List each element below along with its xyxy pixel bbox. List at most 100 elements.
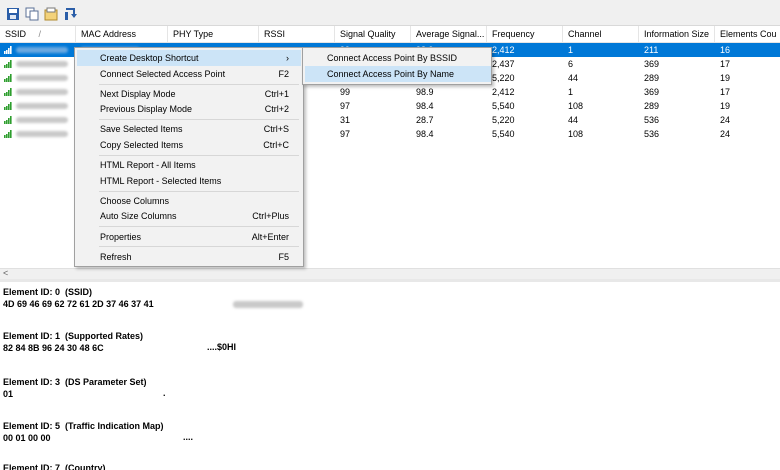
menu-item-create-desktop-shortcut[interactable]: Create Desktop Shortcut ›: [77, 50, 301, 66]
cell-channel: 44: [568, 115, 579, 125]
desktop-shortcut-submenu: Connect Access Point By BSSID Connect Ac…: [302, 47, 492, 85]
details-pane: Element ID: 0 (SSID) 4D 69 46 69 62 72 6…: [0, 282, 780, 470]
submenu-item-connect-by-bssid[interactable]: Connect Access Point By BSSID: [305, 50, 491, 66]
col-ssid[interactable]: SSID /: [0, 26, 76, 42]
cell-signal-quality: 99: [340, 87, 351, 97]
menu-item-choose-columns[interactable]: Choose Columns: [77, 193, 301, 209]
cell-information-size: 369: [644, 59, 660, 69]
cell-signal-quality: 97: [340, 129, 351, 139]
menu-item-previous-display-mode[interactable]: Previous Display Mode Ctrl+2: [77, 101, 301, 117]
element-ascii: ....$0HI: [207, 342, 237, 352]
submenu-arrow-icon: ›: [286, 53, 289, 63]
copy-icon[interactable]: [25, 7, 39, 21]
signal-strength-icon: [4, 116, 12, 124]
cell-frequency: 2,437: [492, 59, 515, 69]
signal-strength-icon: [4, 74, 12, 82]
cell-information-size: 536: [644, 129, 660, 139]
submenu-item-connect-by-name[interactable]: Connect Access Point By Name: [305, 66, 491, 82]
element-block: Element ID: 7 (Country): [3, 462, 106, 470]
cell-channel: 6: [568, 59, 574, 69]
cell-elements-count: 16: [720, 45, 731, 55]
horizontal-scrollbar[interactable]: <: [0, 268, 780, 279]
save-icon[interactable]: [6, 7, 20, 21]
cell-signal-quality: 31: [340, 115, 351, 125]
redacted-ssid: [16, 131, 68, 137]
menu-item-save-selected[interactable]: Save Selected Items Ctrl+S: [77, 121, 301, 137]
cell-elements-count: 24: [720, 129, 731, 139]
element-title: Element ID: 7 (Country): [3, 463, 106, 470]
col-elements-count[interactable]: Elements Cou: [715, 26, 780, 42]
refresh-icon[interactable]: [63, 7, 77, 21]
col-mac[interactable]: MAC Address: [76, 26, 168, 42]
cell-frequency: 2,412: [492, 45, 515, 55]
menu-item-html-report-all[interactable]: HTML Report - All Items: [77, 157, 301, 173]
redacted-ssid: [16, 103, 68, 109]
cell-information-size: 211: [644, 45, 659, 55]
col-average-signal[interactable]: Average Signal...: [411, 26, 487, 42]
element-title: Element ID: 3 (DS Parameter Set): [3, 377, 147, 387]
column-header: SSID / MAC Address PHY Type RSSI Signal …: [0, 26, 780, 43]
menu-item-auto-size-columns[interactable]: Auto Size Columns Ctrl+Plus: [77, 208, 301, 224]
cell-channel: 44: [568, 73, 579, 83]
menu-item-refresh[interactable]: Refresh F5: [77, 249, 301, 265]
menu-item-properties[interactable]: Properties Alt+Enter: [77, 229, 301, 245]
col-signal-quality[interactable]: Signal Quality: [335, 26, 411, 42]
signal-strength-icon: [4, 46, 12, 54]
properties-icon[interactable]: [44, 7, 58, 21]
cell-channel: 1: [568, 87, 574, 97]
cell-average-signal: 98.4: [416, 129, 434, 139]
menu-item-connect-selected[interactable]: Connect Selected Access Point F2: [77, 66, 301, 82]
cell-frequency: 2,412: [492, 87, 515, 97]
menu-item-html-report-selected[interactable]: HTML Report - Selected Items: [77, 173, 301, 189]
element-title: Element ID: 1 (Supported Rates): [3, 331, 144, 341]
cell-frequency: 5,540: [492, 101, 515, 111]
menu-item-copy-selected[interactable]: Copy Selected Items Ctrl+C: [77, 137, 301, 153]
toolbar: [0, 4, 780, 26]
col-phy-type[interactable]: PHY Type: [168, 26, 259, 42]
cell-frequency: 5,220: [492, 73, 515, 83]
cell-channel: 1: [568, 45, 574, 55]
cell-frequency: 5,220: [492, 115, 515, 125]
cell-information-size: 369: [644, 87, 660, 97]
menu-separator: [99, 119, 299, 120]
element-block: Element ID: 5 (Traffic Indication Map) 0…: [3, 420, 193, 444]
menu-separator: [99, 226, 299, 227]
element-title: Element ID: 5 (Traffic Indication Map): [3, 421, 164, 431]
element-ascii: ....: [183, 432, 194, 442]
menu-separator: [99, 84, 299, 85]
element-hex: 4D 69 46 69 62 72 61 2D 37 46 37 41: [3, 299, 154, 309]
redacted-ssid: [233, 301, 303, 308]
cell-information-size: 289: [644, 73, 660, 83]
cell-channel: 108: [568, 101, 584, 111]
redacted-ssid: [16, 75, 68, 81]
menu-separator: [99, 155, 299, 156]
signal-strength-icon: [4, 130, 12, 138]
cell-elements-count: 17: [720, 87, 731, 97]
cell-signal-quality: 97: [340, 101, 351, 111]
cell-frequency: 5,540: [492, 129, 515, 139]
col-rssi[interactable]: RSSI: [259, 26, 335, 42]
element-title: Element ID: 0 (SSID): [3, 287, 93, 297]
cell-channel: 108: [568, 129, 584, 139]
cell-information-size: 536: [644, 115, 660, 125]
signal-strength-icon: [4, 88, 12, 96]
cell-information-size: 289: [644, 101, 660, 111]
element-ascii: .: [163, 388, 166, 398]
cell-average-signal: 98.4: [416, 101, 434, 111]
redacted-ssid: [16, 89, 68, 95]
element-block: Element ID: 0 (SSID) 4D 69 46 69 62 72 6…: [3, 286, 303, 310]
cell-elements-count: 17: [720, 59, 731, 69]
element-hex: 00 01 00 00: [3, 433, 51, 443]
col-frequency[interactable]: Frequency: [487, 26, 563, 42]
scroll-left-icon[interactable]: <: [3, 268, 8, 278]
menu-item-next-display-mode[interactable]: Next Display Mode Ctrl+1: [77, 86, 301, 102]
cell-elements-count: 19: [720, 73, 731, 83]
redacted-ssid: [16, 47, 68, 53]
element-hex: 82 84 8B 96 24 30 48 6C: [3, 343, 104, 353]
col-channel[interactable]: Channel: [563, 26, 639, 42]
col-information-size[interactable]: Information Size: [639, 26, 715, 42]
cell-average-signal: 98.9: [416, 87, 434, 97]
cell-elements-count: 19: [720, 101, 731, 111]
signal-strength-icon: [4, 60, 12, 68]
redacted-ssid: [16, 61, 68, 67]
